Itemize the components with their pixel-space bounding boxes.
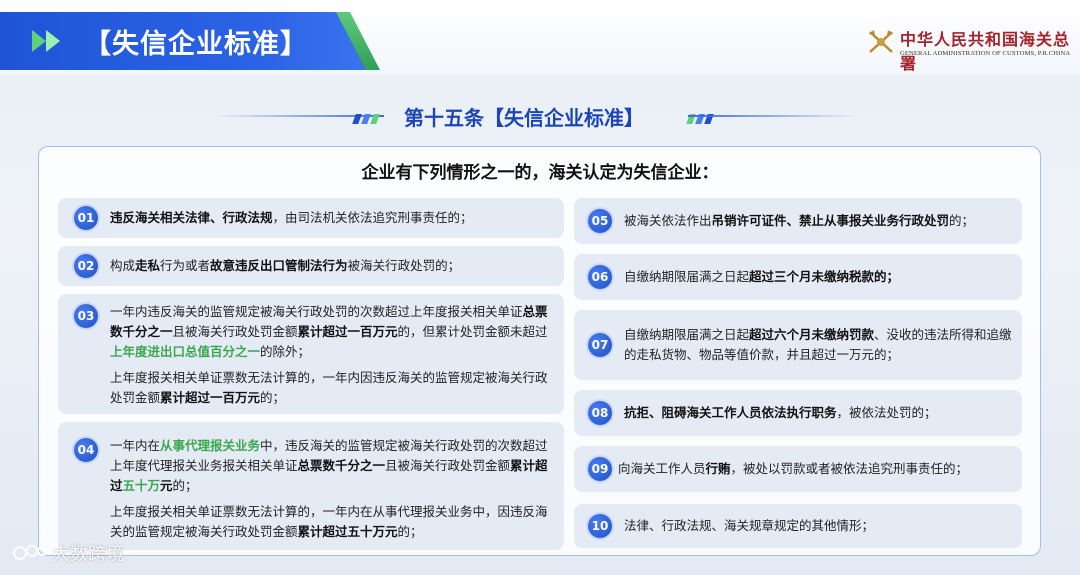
- list-item: 02 构成走私行为或者故意违反出口管制法行为被海关行政处罚的；: [58, 246, 564, 286]
- watermark-text: 大数跨境: [52, 544, 124, 565]
- decor-dots-left: [352, 109, 381, 128]
- list-item: 05 被海关依法作出吊销许可证件、禁止从事报关业务行政处罚的；: [574, 198, 1022, 244]
- item-number-badge: 10: [588, 514, 612, 538]
- item-text: 向海关工作人员行贿，被处以罚款或者被依法追究刑事责任的；: [618, 461, 969, 476]
- header-bar: 【失信企业标准】 中华人民共和国海关总署 GENERAL ADMINISTRAT…: [0, 0, 1080, 74]
- item-number-badge: 07: [588, 333, 612, 357]
- org-name-english: GENERAL ADMINISTRATION OF CUSTOMS, P.R.C…: [900, 50, 1071, 57]
- item-number-badge: 05: [588, 209, 612, 233]
- customs-emblem-icon: [869, 30, 893, 53]
- item-number-badge: 08: [588, 401, 612, 425]
- item-number-badge: 04: [74, 438, 98, 462]
- item-text: 一年内违反海关的监管规定被海关行政处罚的次数超过上年度报关相关单证总票数千分之一…: [110, 304, 548, 405]
- list-item: 07 自缴纳期限届满之日起超过六个月未缴纳罚款、没收的违法所得和追缴的走私货物、…: [574, 310, 1022, 380]
- item-number-badge: 03: [74, 304, 98, 328]
- decor-dots-right: [686, 109, 715, 128]
- decor-line-right: [688, 115, 858, 117]
- list-item: 03 一年内违反海关的监管规定被海关行政处罚的次数超过上年度报关相关单证总票数千…: [58, 294, 564, 414]
- item-number-badge: 06: [588, 265, 612, 289]
- item-text: 抗拒、阻碍海关工作人员依法执行职务，被依法处罚的；: [624, 405, 937, 420]
- item-text: 违反海关相关法律、行政法规，由司法机关依法追究刑事责任的；: [110, 210, 473, 225]
- double-arrow-icon: [32, 30, 60, 52]
- item-text: 法律、行政法规、海关规章规定的其他情形；: [624, 518, 875, 533]
- list-item: 06 自缴纳期限届满之日起超过三个月未缴纳税款的；: [574, 254, 1022, 300]
- item-text: 一年内在从事代理报关业务中，违反海关的监管规定被海关行政处罚的次数超过上年度代理…: [110, 438, 548, 539]
- list-item: 08 抗拒、阻碍海关工作人员依法执行职务，被依法处罚的；: [574, 390, 1022, 436]
- article-title: 第十五条【失信企业标准】: [404, 106, 644, 130]
- list-item: 09 向海关工作人员行贿，被处以罚款或者被依法追究刑事责任的；: [574, 446, 1022, 492]
- item-text: 构成走私行为或者故意违反出口管制法行为被海关行政处罚的；: [110, 258, 461, 273]
- intro-text: 企业有下列情形之一的，海关认定为失信企业：: [361, 163, 719, 183]
- watermark-logo-icon: [13, 545, 47, 560]
- item-number-badge: 09: [588, 457, 612, 481]
- item-text: 自缴纳期限届满之日起超过三个月未缴纳税款的；: [624, 269, 900, 284]
- list-item: 04 一年内在从事代理报关业务中，违反海关的监管规定被海关行政处罚的次数超过上年…: [58, 422, 564, 550]
- item-text: 自缴纳期限届满之日起超过六个月未缴纳罚款、没收的违法所得和追缴的走私货物、物品等…: [624, 327, 1012, 362]
- list-item: 01 违反海关相关法律、行政法规，由司法机关依法追究刑事责任的；: [58, 198, 564, 238]
- item-number-badge: 01: [74, 206, 98, 230]
- item-number-badge: 02: [74, 254, 98, 278]
- item-text: 被海关依法作出吊销许可证件、禁止从事报关业务行政处罚的；: [624, 213, 975, 228]
- page-title: 【失信企业标准】: [84, 29, 308, 60]
- list-item: 10 法律、行政法规、海关规章规定的其他情形；: [574, 504, 1022, 548]
- article-heading: 第十五条【失信企业标准】: [0, 96, 1080, 136]
